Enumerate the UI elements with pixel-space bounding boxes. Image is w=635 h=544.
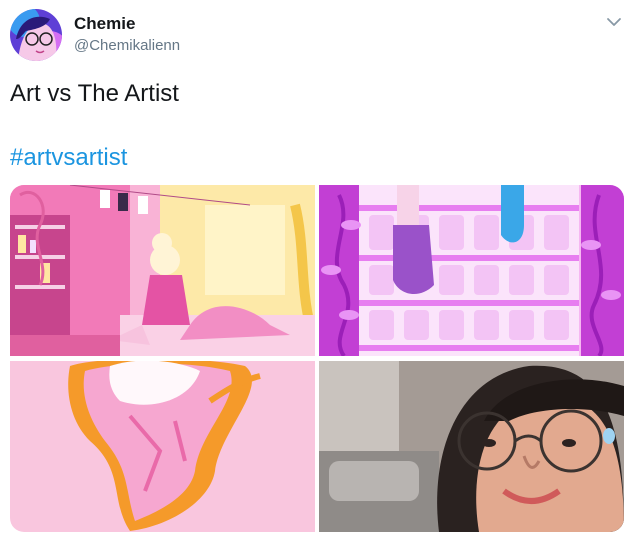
photo-artist-selfie[interactable] [319,361,624,532]
hashtag-link[interactable]: #artvsartist [10,144,127,172]
photo-abstract-illustration[interactable] [10,361,315,532]
avatar[interactable] [10,9,62,61]
media-grid [10,185,624,532]
chevron-down-icon[interactable] [606,16,622,28]
tweet-card: Chemie @Chemikalienn Art vs The Artist #… [0,0,635,544]
photo-shelf-illustration[interactable] [319,185,624,356]
author-handle[interactable]: @Chemikalienn [74,37,180,54]
author-display-name[interactable]: Chemie [74,14,135,34]
tweet-text: Art vs The Artist [10,80,179,107]
photo-bedroom-illustration[interactable] [10,185,315,356]
